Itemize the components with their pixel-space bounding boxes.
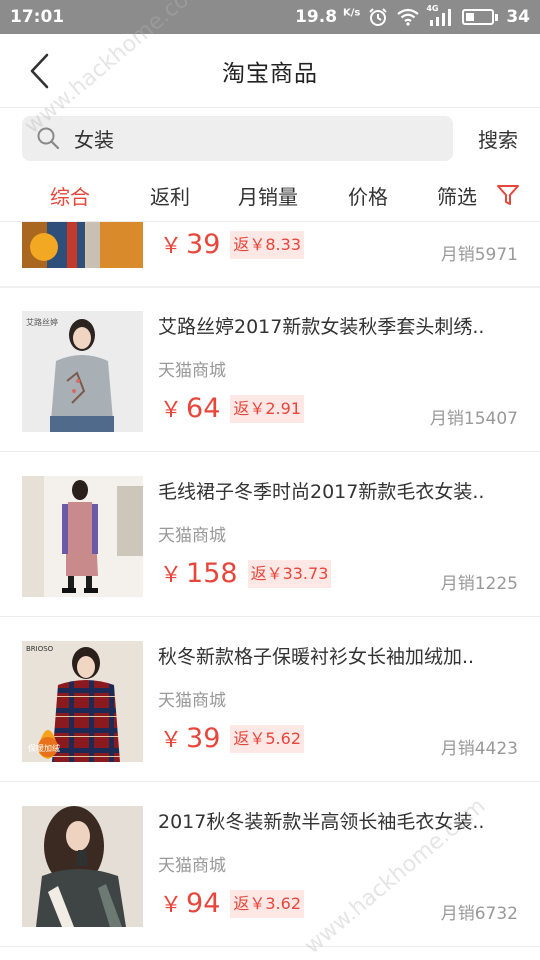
status-right: 19.8 K/s 4G 34 (295, 4, 530, 27)
header: 淘宝商品 (0, 34, 540, 108)
product-title: 秋冬新款格子保暖衬衫女长袖加绒加.. (158, 646, 475, 668)
product-item[interactable]: 毛线裙子冬季时尚2017新款毛衣女装.. 天猫商城 ￥ 158 返￥33.73 月销… (0, 453, 540, 617)
alarm-icon (368, 7, 388, 27)
product-title: 2017秋冬装新款半高领长袖毛衣女装.. (158, 811, 485, 833)
product-price: ￥ 158 返￥33.73 (160, 557, 332, 591)
page-title: 淘宝商品 (222, 60, 318, 87)
currency-symbol: ￥ (160, 563, 183, 588)
wifi-icon (396, 8, 420, 26)
monthly-sales: 月销4423 (440, 739, 518, 759)
shop-name: 天猫商城 (158, 361, 226, 381)
tab-price[interactable]: 价格 (348, 168, 388, 222)
battery-fill (466, 13, 475, 21)
product-price: ￥ 39 返￥8.33 (160, 228, 305, 262)
shop-name: 天猫商城 (158, 691, 226, 711)
network-speed: 19.8 K/s (295, 7, 360, 27)
price-value: 94 (186, 888, 221, 919)
product-item[interactable]: ￥ 39 返￥8.33 月销5971 (0, 222, 540, 288)
search-button[interactable]: 搜索 (478, 124, 518, 153)
battery-level: 34 (506, 7, 530, 27)
shop-name: 天猫商城 (158, 526, 226, 546)
network-speed-value: 19.8 (295, 7, 338, 27)
product-list: ￥ 39 返￥8.33 月销5971 艾路丝婷 艾路丝婷2017新款女装秋季套头刺绣… (0, 222, 540, 960)
tab-monthly-sales[interactable]: 月销量 (238, 168, 298, 222)
monthly-sales: 月销1225 (440, 574, 518, 594)
rebate-badge: 返￥5.62 (230, 725, 305, 753)
tab-rebate[interactable]: 返利 (150, 168, 190, 222)
currency-symbol: ￥ (160, 893, 183, 918)
product-title: 毛线裙子冬季时尚2017新款毛衣女装.. (158, 481, 485, 503)
back-button[interactable] (24, 52, 54, 90)
monthly-sales: 月销6732 (440, 904, 518, 924)
price-value: 39 (186, 229, 221, 260)
battery-body (462, 9, 495, 25)
currency-symbol: ￥ (160, 728, 183, 753)
battery-icon (462, 9, 499, 25)
search-input[interactable] (74, 126, 404, 150)
currency-symbol: ￥ (160, 398, 183, 423)
rebate-badge: 返￥33.73 (247, 560, 332, 588)
product-price: ￥ 39 返￥5.62 (160, 722, 305, 756)
search-icon (37, 127, 60, 150)
sort-tabs: 综合 返利 月销量 价格 筛选 (0, 168, 540, 222)
battery-tip (495, 13, 499, 21)
product-price: ￥ 94 返￥3.62 (160, 887, 305, 921)
back-arrow-icon (30, 53, 49, 89)
product-item[interactable]: 艾路丝婷 艾路丝婷2017新款女装秋季套头刺绣.. 天猫商城 ￥ 64 返￥2.91… (0, 288, 540, 452)
product-thumbnail (22, 222, 143, 268)
filter-icon[interactable] (496, 183, 520, 207)
search-bar: 搜索 (0, 108, 540, 168)
tab-comprehensive[interactable]: 综合 (50, 168, 90, 222)
price-value: 39 (186, 723, 221, 754)
product-thumbnail (22, 806, 143, 927)
status-bar: 17:01 19.8 K/s 4G 34 (0, 0, 540, 34)
thumbnail-brand-label: 艾路丝婷 (26, 318, 58, 327)
network-type-label: 4G (426, 4, 439, 13)
product-thumbnail: BRIOSO 保暖加绒 (22, 641, 143, 762)
tab-filter[interactable]: 筛选 (437, 168, 477, 222)
monthly-sales: 月销15407 (429, 409, 518, 429)
thumbnail-brand-label: BRIOSO (26, 645, 54, 653)
product-title: 艾路丝婷2017新款女装秋季套头刺绣.. (158, 316, 485, 338)
rebate-badge: 返￥2.91 (230, 395, 305, 423)
currency-symbol: ￥ (160, 234, 183, 259)
product-thumbnail: 艾路丝婷 (22, 311, 143, 432)
signal-icon: 4G (426, 4, 454, 26)
rebate-badge: 返￥8.33 (230, 231, 305, 259)
product-price: ￥ 64 返￥2.91 (160, 392, 305, 426)
network-speed-unit: K/s (342, 7, 361, 19)
price-value: 64 (186, 393, 221, 424)
product-item[interactable]: BRIOSO 保暖加绒 秋冬新款格子保暖衬衫女长袖加绒加.. 天猫商城 ￥ 39 返… (0, 618, 540, 782)
rebate-badge: 返￥3.62 (230, 890, 305, 918)
monthly-sales: 月销5971 (440, 245, 518, 265)
search-box[interactable] (22, 115, 453, 161)
price-value: 158 (186, 558, 238, 589)
thumbnail-badge: 保暖加绒 (28, 744, 60, 753)
product-thumbnail (22, 476, 143, 597)
status-time: 17:01 (10, 7, 65, 27)
product-item[interactable]: 2017秋冬装新款半高领长袖毛衣女装.. 天猫商城 ￥ 94 返￥3.62 月销67… (0, 783, 540, 947)
shop-name: 天猫商城 (158, 856, 226, 876)
